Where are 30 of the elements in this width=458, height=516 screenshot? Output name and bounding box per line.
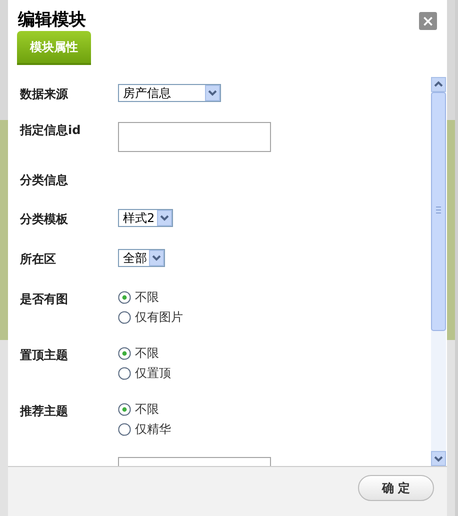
- field-label: 数据来源: [20, 86, 69, 103]
- dialog-title: 编辑模块: [18, 9, 86, 31]
- option-label: 不限: [135, 345, 159, 362]
- scroll-up-icon[interactable]: [431, 77, 446, 92]
- field-label: 是否有图: [20, 291, 69, 308]
- scrollbar[interactable]: [431, 77, 446, 466]
- option-label: 不限: [135, 289, 159, 306]
- dropdown[interactable]: 样式2: [118, 209, 173, 227]
- field-label: 指定信息id: [20, 122, 82, 139]
- field-label: 分类模板: [20, 211, 69, 228]
- section-label: 分类信息: [20, 172, 69, 189]
- option-label: 仅有图片: [135, 309, 183, 326]
- scroll-down-icon[interactable]: [431, 451, 446, 466]
- confirm-button[interactable]: 确 定: [358, 475, 434, 501]
- field-label: 所在区: [20, 251, 57, 268]
- radio-button[interactable]: [118, 403, 131, 416]
- radio-button[interactable]: [118, 291, 131, 304]
- radio-button[interactable]: [118, 347, 131, 360]
- input-field[interactable]: [118, 122, 271, 152]
- field-label: 置顶主题: [20, 347, 69, 364]
- option-label: 仅精华: [135, 421, 171, 438]
- dropdown[interactable]: 全部: [118, 249, 165, 267]
- scroll-thumb[interactable]: [431, 92, 446, 331]
- option-label: 仅置顶: [135, 365, 171, 382]
- radio-button[interactable]: [118, 311, 131, 324]
- option-label: 不限: [135, 401, 159, 418]
- radio-button[interactable]: [118, 367, 131, 380]
- radio-button[interactable]: [118, 423, 131, 436]
- field-label: 推荐主题: [20, 403, 69, 420]
- dropdown[interactable]: 房产信息: [118, 84, 221, 102]
